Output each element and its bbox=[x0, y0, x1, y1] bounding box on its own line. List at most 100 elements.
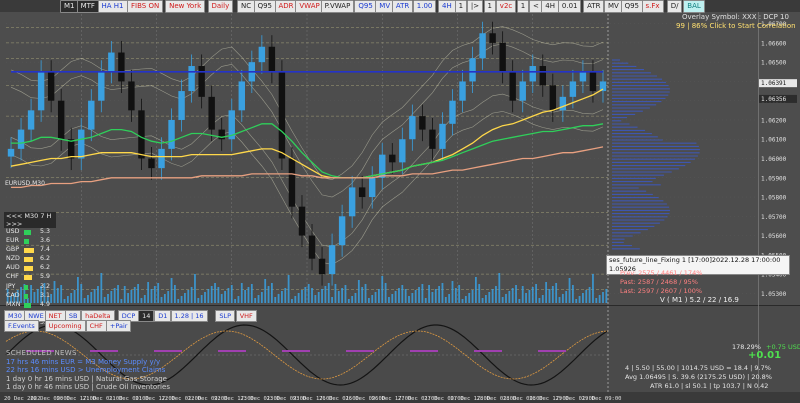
price-tick-label: 1.05800 bbox=[761, 195, 787, 202]
volume-bar bbox=[515, 285, 517, 303]
toolbar-button-p-vwap[interactable]: P.VWAP bbox=[320, 0, 355, 13]
volume-bar bbox=[177, 299, 180, 303]
events-button--pair[interactable]: +Pair bbox=[105, 320, 132, 332]
toolbar-button-ha-h1[interactable]: HA H1 bbox=[97, 0, 128, 13]
events-button-f-events[interactable]: F.Events bbox=[4, 320, 39, 332]
volume-bar bbox=[441, 283, 444, 303]
toolbar-button-q95[interactable]: Q95 bbox=[620, 0, 644, 13]
indicator-button-14[interactable]: 14 bbox=[138, 310, 155, 322]
correlation-note[interactable]: 99 | 86% Click to Start Correlation bbox=[676, 22, 796, 30]
toolbar-button-s-fx[interactable]: s.Fx bbox=[641, 0, 664, 13]
volume-bar bbox=[277, 294, 280, 303]
candle-body bbox=[68, 139, 75, 159]
volume-bar bbox=[284, 288, 287, 303]
toolbar-button-q95[interactable]: Q95 bbox=[253, 0, 277, 13]
stat-past: Past: 2587 / 2468 / 95% bbox=[620, 278, 698, 286]
toolbar-button-1[interactable]: 1 bbox=[483, 0, 496, 13]
osc-row-1: 4 | 5.50 | 55.00 | 1014.75 USD = 18.4 | … bbox=[625, 364, 771, 372]
volume-bar bbox=[495, 286, 497, 303]
toolbar-button-1-00[interactable]: 1.00 bbox=[412, 0, 437, 13]
price-tick-label: 1.06000 bbox=[761, 156, 787, 163]
price-tick-label: 1.05600 bbox=[761, 233, 787, 240]
volume-bar bbox=[220, 294, 223, 303]
currency-code: CHF bbox=[6, 273, 19, 281]
volume-bar bbox=[120, 299, 123, 303]
osc-row-2: Avg 1.06495 | S. 39.6 (2175.25 USD) | 20… bbox=[625, 373, 772, 381]
toolbar-button-fibs-on[interactable]: FIBS ON bbox=[127, 0, 164, 13]
price-chart[interactable]: 1.067001.066001.065001.064001.063001.062… bbox=[0, 0, 800, 403]
toolbar-button-m1[interactable]: M1 bbox=[60, 0, 79, 13]
volume-bar bbox=[341, 288, 344, 303]
volume-bar bbox=[384, 283, 387, 303]
toolbar-button-vwap[interactable]: VWAP bbox=[295, 0, 324, 13]
volume-bar bbox=[364, 284, 367, 303]
indicator-button-slp[interactable]: SLP bbox=[215, 310, 236, 322]
events-button-upcoming[interactable]: Upcoming bbox=[44, 320, 86, 332]
candle-body bbox=[469, 58, 476, 82]
currency-strength-header[interactable]: <<< M30 7 H >>> bbox=[4, 212, 56, 228]
volume-bar bbox=[230, 285, 233, 303]
volume-bar bbox=[541, 295, 544, 303]
candle-body bbox=[37, 71, 45, 111]
toolbar-button-v2c[interactable]: v2c bbox=[495, 0, 517, 13]
volume-bar bbox=[555, 283, 558, 303]
indicator-button-1-28-16[interactable]: 1.28 | 16 bbox=[170, 310, 208, 322]
volume-bar bbox=[214, 283, 216, 303]
toolbar-button-adr[interactable]: ADR bbox=[274, 0, 298, 13]
volume-bar bbox=[474, 277, 477, 303]
toolbar-button-1[interactable]: 1 bbox=[454, 0, 468, 13]
candle-body bbox=[529, 66, 536, 82]
volume-bar bbox=[361, 287, 364, 303]
candle-body bbox=[88, 100, 95, 130]
volume-bar bbox=[448, 294, 451, 303]
indicator-button-vhf[interactable]: VHF bbox=[235, 310, 257, 322]
toolbar-button-q95[interactable]: Q95 bbox=[354, 0, 377, 13]
toolbar-button--[interactable]: |> bbox=[466, 0, 484, 13]
candle-body bbox=[348, 187, 356, 217]
toolbar-button-atr[interactable]: ATR bbox=[391, 0, 414, 13]
volume-bar bbox=[498, 273, 501, 303]
candle-body bbox=[288, 158, 296, 207]
currency-strength-row: CHF 5.9 bbox=[4, 273, 56, 282]
toolbar-button-4h[interactable]: 4H bbox=[541, 0, 560, 13]
time-tick-label: 29 Dec 09:00 bbox=[582, 396, 622, 402]
tooltip-line-1: ses_future_line_Fixing 1 [17:00]2022.12.… bbox=[609, 256, 781, 264]
volume-bar bbox=[73, 290, 76, 303]
volume-bar bbox=[501, 297, 504, 303]
currency-code: NZD bbox=[6, 255, 20, 263]
candle-body bbox=[57, 100, 65, 140]
volume-bar bbox=[354, 293, 357, 303]
toolbar-button-d-[interactable]: D/ bbox=[666, 0, 683, 13]
volume-bar bbox=[297, 293, 300, 303]
volume-bar bbox=[123, 286, 126, 303]
volume-bar bbox=[173, 285, 176, 303]
volume-bar bbox=[592, 274, 594, 303]
toolbar-button-daily[interactable]: Daily bbox=[207, 0, 234, 13]
candle-body bbox=[589, 71, 597, 92]
candle-body bbox=[338, 216, 346, 246]
strength-value: 4.9 bbox=[40, 300, 51, 308]
toolbar-button-4h[interactable]: 4H bbox=[438, 0, 456, 13]
volume-bar bbox=[558, 297, 561, 303]
volume-bar bbox=[575, 299, 578, 303]
strength-bar bbox=[24, 230, 32, 235]
volume-bar bbox=[294, 296, 297, 303]
toolbar-button-bal[interactable]: BAL bbox=[683, 0, 705, 13]
volume-bar bbox=[531, 287, 534, 303]
volume-bar bbox=[187, 290, 190, 303]
strength-value: 6.2 bbox=[40, 255, 51, 263]
events-button-chf[interactable]: CHF bbox=[85, 320, 107, 332]
currency-code: AUD bbox=[6, 264, 20, 272]
candle-body bbox=[138, 110, 145, 159]
toolbar-button-atr[interactable]: ATR bbox=[583, 0, 605, 13]
currency-code: EUR bbox=[6, 237, 19, 245]
toolbar-button-mtf[interactable]: MTF bbox=[76, 0, 99, 13]
volume-bar bbox=[424, 298, 427, 303]
volume-bar bbox=[210, 286, 213, 303]
volume-bar bbox=[184, 293, 186, 303]
toolbar-button-nc[interactable]: NC bbox=[237, 0, 256, 13]
toolbar-button-new-york[interactable]: New York bbox=[165, 0, 206, 13]
toolbar-button-1[interactable]: 1 bbox=[516, 0, 530, 13]
indicator-button-d1[interactable]: D1 bbox=[154, 310, 172, 322]
toolbar-button-0-01[interactable]: 0.01 bbox=[557, 0, 582, 13]
